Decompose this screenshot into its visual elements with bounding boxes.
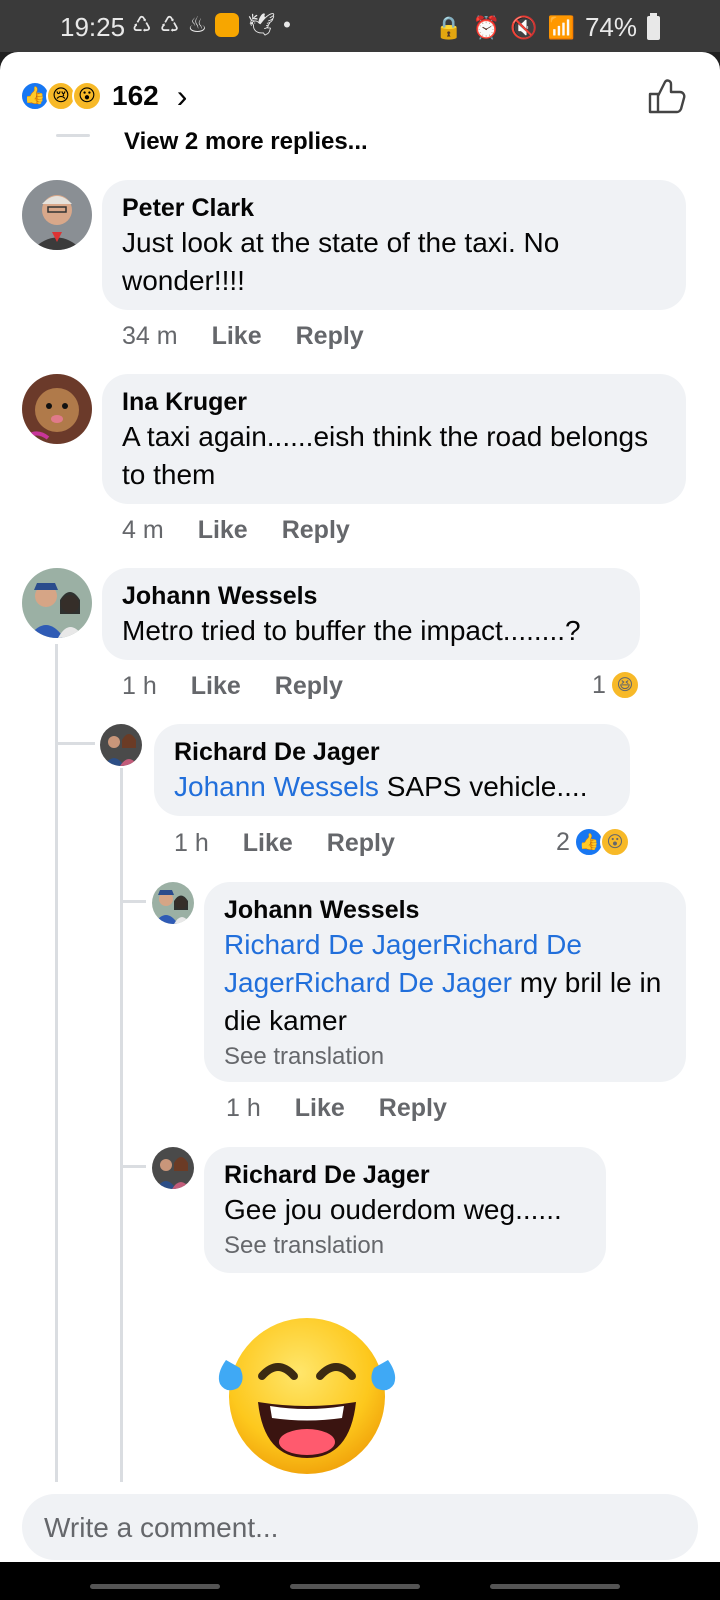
reaction-count: 2 — [556, 827, 570, 856]
comment-text: Metro tried to buffer the impact........… — [122, 615, 581, 646]
thread-connector — [120, 900, 146, 903]
reply-reactions[interactable]: 2 👍 😮 — [556, 827, 630, 857]
comment-author[interactable]: Johann Wessels — [122, 580, 620, 612]
reply-body: SAPS vehicle.... — [378, 771, 588, 802]
like-button[interactable]: Like — [198, 516, 248, 545]
avatar[interactable] — [100, 724, 142, 766]
sync-icon: ♺ — [132, 12, 152, 37]
see-translation-link[interactable]: See translation — [224, 1040, 666, 1074]
comment-actions: 1 h Like Reply — [122, 672, 343, 701]
comment-bubble[interactable]: Johann Wessels Metro tried to buffer the… — [102, 568, 640, 660]
reaction-count: 1 — [592, 670, 606, 699]
sync-icon: ♺ — [159, 12, 180, 37]
see-translation-link[interactable]: See translation — [224, 1229, 586, 1263]
reaction-icons: 👍 😢 😮 — [20, 81, 102, 111]
avatar[interactable] — [152, 1147, 194, 1189]
comment-text: A taxi again......eish think the road be… — [122, 421, 649, 490]
status-bar: 19:25 ♺ ♺ ♨ 🕊 • 🔒 ⏰ 🔇 📶 74% — [0, 0, 720, 52]
reply-text: Gee jou ouderdom weg...... — [224, 1194, 562, 1225]
comment-composer: Write a comment... — [0, 1482, 720, 1562]
comment-actions: 4 m Like Reply — [122, 516, 350, 545]
reply-button[interactable]: Reply — [275, 672, 343, 701]
comment-actions: 34 m Like Reply — [122, 322, 364, 351]
avatar[interactable] — [22, 568, 92, 638]
comment-time[interactable]: 1 h — [122, 672, 157, 701]
back-button[interactable] — [490, 1584, 620, 1589]
reply-button[interactable]: Reply — [296, 322, 364, 351]
reply-author[interactable]: Johann Wessels — [224, 894, 666, 926]
like-outline-icon[interactable] — [646, 76, 686, 116]
comment-bubble[interactable]: Peter Clark Just look at the state of th… — [102, 180, 686, 310]
lock-icon: 🔒 — [435, 14, 463, 40]
comment-author[interactable]: Ina Kruger — [122, 386, 666, 418]
comments-sheet: 👍 😢 😮 162 › View 2 more replies... Peter… — [0, 52, 720, 1482]
twitter-icon: 🕊 — [247, 12, 276, 37]
thread-line — [120, 768, 123, 1482]
reply-button[interactable]: Reply — [379, 1094, 447, 1123]
battery-icon — [647, 12, 660, 40]
reply-author[interactable]: Richard De Jager — [174, 736, 610, 768]
battery-percent: 74% — [584, 12, 637, 42]
reaction-count: 162 — [112, 80, 159, 111]
like-button[interactable]: Like — [295, 1094, 345, 1123]
reactions-summary[interactable]: 👍 😢 😮 162 › — [20, 76, 187, 116]
laughing-tears-emoji-icon — [218, 1318, 396, 1474]
avatar[interactable] — [152, 882, 194, 924]
comment-text: Just look at the state of the taxi. No w… — [122, 227, 560, 296]
mention-link[interactable]: Johann Wessels — [174, 771, 379, 802]
status-time: 19:25 — [60, 12, 126, 42]
comment-time[interactable]: 34 m — [122, 322, 178, 351]
haha-reaction-icon: 😆 — [609, 670, 640, 700]
alarm-icon: ⏰ — [472, 14, 501, 40]
reply-actions: 1 h Like Reply — [174, 829, 395, 858]
comment-author[interactable]: Peter Clark — [122, 192, 666, 224]
dot-icon: • — [283, 12, 291, 37]
app-icon — [215, 13, 240, 37]
reply-button[interactable]: Reply — [282, 516, 350, 545]
comment-reactions[interactable]: 1 😆 — [592, 670, 640, 700]
mute-icon: 🔇 — [510, 14, 538, 40]
wow-reaction-icon: 😮 — [599, 827, 630, 857]
view-more-replies-link[interactable]: View 2 more replies... — [124, 128, 368, 156]
like-button[interactable]: Like — [191, 672, 241, 701]
wifi-icon: 📶 — [547, 14, 575, 40]
like-button[interactable]: Like — [212, 322, 262, 351]
reply-time[interactable]: 1 h — [226, 1094, 261, 1123]
thread-line — [55, 644, 58, 1482]
recent-apps-button[interactable] — [90, 1584, 220, 1589]
reply-bubble[interactable]: Johann Wessels Richard De JagerRichard D… — [204, 882, 686, 1082]
chevron-right-icon: › — [176, 77, 188, 114]
thread-connector — [120, 1165, 146, 1168]
reply-text: Richard De JagerRichard De JagerRichard … — [224, 926, 666, 1040]
fire-icon: ♨ — [187, 12, 208, 37]
reply-author[interactable]: Richard De Jager — [224, 1159, 586, 1191]
avatar[interactable] — [22, 180, 92, 250]
notification-icons: ♺ ♺ ♨ 🕊 • — [132, 12, 291, 38]
home-button[interactable] — [290, 1584, 420, 1589]
like-button[interactable]: Like — [243, 829, 293, 858]
wow-reaction-icon: 😮 — [72, 81, 102, 111]
comment-input[interactable]: Write a comment... — [22, 1494, 698, 1560]
system-icons: 🔒 ⏰ 🔇 📶 74% — [435, 12, 660, 43]
reply-text: Johann Wessels SAPS vehicle.... — [174, 768, 610, 806]
reply-bubble[interactable]: Richard De Jager Gee jou ouderdom weg...… — [204, 1147, 606, 1273]
comment-bubble[interactable]: Ina Kruger A taxi again......eish think … — [102, 374, 686, 504]
reply-time[interactable]: 1 h — [174, 829, 209, 858]
reply-actions: 1 h Like Reply — [226, 1094, 447, 1123]
reply-button[interactable]: Reply — [327, 829, 395, 858]
avatar[interactable] — [22, 374, 92, 444]
reply-bubble[interactable]: Richard De Jager Johann Wessels SAPS veh… — [154, 724, 630, 816]
system-nav-bar — [0, 1562, 720, 1600]
thread-connector — [55, 742, 95, 745]
comment-time[interactable]: 4 m — [122, 516, 164, 545]
thread-connector — [56, 134, 90, 137]
